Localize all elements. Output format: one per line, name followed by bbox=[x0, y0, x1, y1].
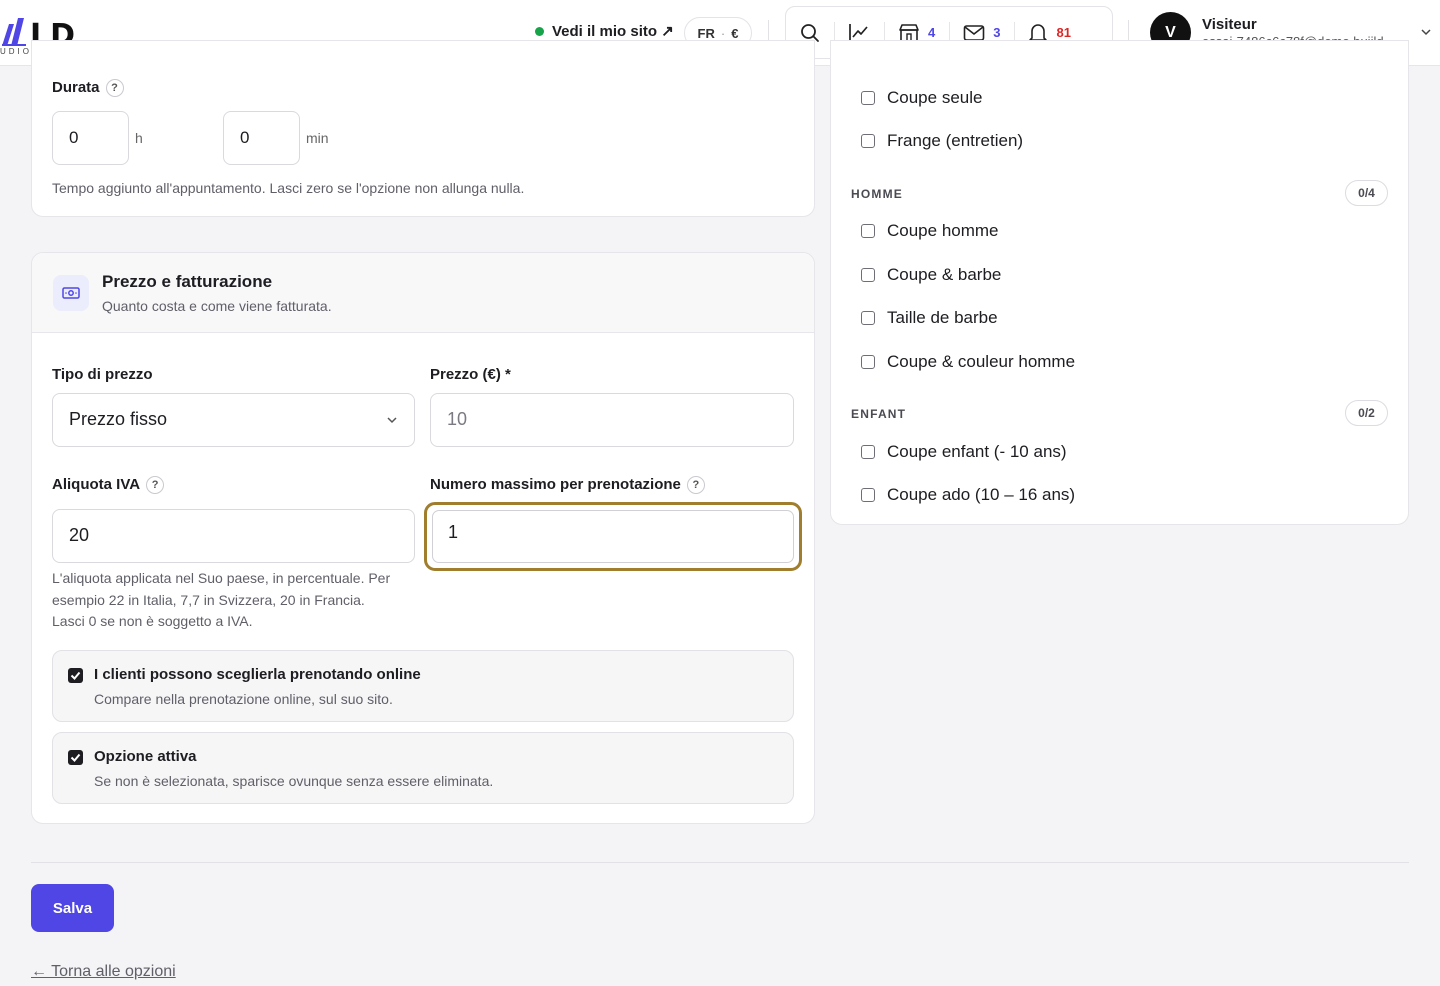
duration-label: Durata bbox=[52, 79, 100, 97]
mail-count-badge: 3 bbox=[993, 25, 1001, 40]
pricing-title: Prezzo e fatturazione bbox=[102, 272, 273, 291]
service-label: Frange (entretien) bbox=[887, 131, 1024, 150]
vat-hint-line: esempio 22 in Italia, 7,7 in Svizzera, 2… bbox=[52, 591, 365, 608]
active-title: Opzione attiva bbox=[94, 748, 197, 765]
online-status-dot bbox=[535, 26, 544, 36]
price-input[interactable]: 10 bbox=[430, 393, 794, 447]
price-type-select[interactable]: Prezzo fisso bbox=[52, 393, 415, 447]
chevron-down-icon bbox=[387, 417, 397, 424]
language-code: FR bbox=[697, 25, 715, 41]
max-per-booking-label-row: Numero massimo per prenotazione? bbox=[430, 476, 705, 494]
services-card: Coupe seule Frange (entretien) HOMME 0/4… bbox=[830, 40, 1409, 525]
online-booking-description: Compare nella prenotazione online, sul s… bbox=[94, 691, 393, 707]
service-label: Coupe ado (10 – 16 ans) bbox=[887, 485, 1076, 504]
service-option[interactable]: Taille de barbe bbox=[861, 308, 998, 328]
service-label: Coupe & barbe bbox=[887, 265, 1002, 284]
group-count-badge[interactable]: 0/4 bbox=[1345, 180, 1388, 206]
group-title-enfant: ENFANT bbox=[851, 407, 907, 421]
service-label: Coupe enfant (- 10 ans) bbox=[887, 442, 1067, 461]
hours-input[interactable]: 0 bbox=[52, 111, 129, 165]
service-label: Taille de barbe bbox=[887, 308, 998, 327]
save-button[interactable]: Salva bbox=[31, 884, 114, 932]
service-option[interactable]: Coupe ado (10 – 16 ans) bbox=[861, 485, 1075, 505]
check-icon bbox=[70, 753, 81, 762]
help-icon[interactable]: ? bbox=[146, 476, 165, 494]
minutes-input[interactable]: 0 bbox=[223, 111, 300, 165]
banknote-icon bbox=[53, 275, 89, 311]
service-option[interactable]: Frange (entretien) bbox=[861, 131, 1023, 151]
minutes-unit: min bbox=[306, 130, 329, 146]
duration-hint: Tempo aggiunto all'appuntamento. Lasci z… bbox=[52, 180, 525, 196]
view-site-label: Vedi il mio sito ↗ bbox=[552, 23, 674, 40]
service-checkbox[interactable] bbox=[861, 91, 875, 105]
max-per-booking-input[interactable]: 1 bbox=[432, 510, 794, 563]
vat-label-row: Aliquota IVA? bbox=[52, 476, 165, 494]
help-icon[interactable]: ? bbox=[105, 79, 124, 97]
user-name: Visiteur bbox=[1202, 16, 1257, 33]
chevron-down-icon[interactable] bbox=[1420, 26, 1432, 38]
max-per-booking-focus-ring: 1 bbox=[424, 502, 802, 571]
view-site-link[interactable]: Vedi il mio sito ↗ bbox=[535, 22, 674, 40]
pricing-card-header: Prezzo e fatturazione Quanto costa e com… bbox=[32, 253, 814, 333]
mail-icon bbox=[963, 24, 985, 41]
vat-hint: L'aliquota applicata nel Suo paese, in p… bbox=[52, 568, 422, 633]
notification-count-badge: 81 bbox=[1056, 25, 1071, 40]
lang-separator: · bbox=[720, 25, 726, 41]
active-description: Se non è selezionata, sparisce ovunque s… bbox=[94, 773, 494, 789]
group-count-badge[interactable]: 0/2 bbox=[1345, 400, 1388, 426]
service-checkbox[interactable] bbox=[861, 488, 875, 502]
active-option[interactable]: Opzione attiva Se non è selezionata, spa… bbox=[52, 732, 794, 804]
duration-label-row: Durata? bbox=[52, 79, 124, 97]
service-checkbox[interactable] bbox=[861, 355, 875, 369]
footer-divider bbox=[31, 862, 1409, 863]
service-option[interactable]: Coupe homme bbox=[861, 221, 999, 241]
price-type-label: Tipo di prezzo bbox=[52, 366, 153, 383]
service-label: Coupe homme bbox=[887, 221, 999, 240]
vat-input[interactable]: 20 bbox=[52, 509, 415, 563]
service-label: Coupe seule bbox=[887, 88, 983, 107]
currency-symbol: € bbox=[731, 25, 739, 41]
duration-card: Durata? 0 h 0 min Tempo aggiunto all'app… bbox=[31, 40, 815, 217]
group-title-homme: HOMME bbox=[851, 187, 903, 201]
pricing-card: Prezzo e fatturazione Quanto costa e com… bbox=[31, 252, 815, 824]
service-checkbox[interactable] bbox=[861, 268, 875, 282]
logo-subtext: UDIO bbox=[0, 47, 32, 56]
pricing-subtitle: Quanto costa e come viene fatturata. bbox=[102, 298, 332, 314]
vat-hint-line: Lasci 0 se non è soggetto a IVA. bbox=[52, 613, 253, 629]
online-booking-checkbox[interactable] bbox=[68, 668, 83, 683]
vat-hint-line: L'aliquota applicata nel Suo paese, in p… bbox=[52, 570, 391, 586]
price-label: Prezzo (€) * bbox=[430, 366, 511, 383]
vat-label: Aliquota IVA bbox=[52, 476, 141, 494]
service-option[interactable]: Coupe seule bbox=[861, 88, 982, 108]
active-checkbox[interactable] bbox=[68, 750, 83, 765]
hours-unit: h bbox=[135, 130, 143, 146]
service-checkbox[interactable] bbox=[861, 134, 875, 148]
service-checkbox[interactable] bbox=[861, 224, 875, 238]
online-booking-option[interactable]: I clienti possono sceglierla prenotando … bbox=[52, 650, 794, 722]
service-option[interactable]: Coupe & barbe bbox=[861, 265, 1001, 285]
online-booking-title: I clienti possono sceglierla prenotando … bbox=[94, 666, 421, 683]
service-option[interactable]: Coupe enfant (- 10 ans) bbox=[861, 442, 1067, 462]
service-label: Coupe & couleur homme bbox=[887, 352, 1076, 371]
logo-bars-icon bbox=[2, 18, 26, 46]
service-checkbox[interactable] bbox=[861, 445, 875, 459]
store-count-badge: 4 bbox=[928, 25, 936, 40]
max-per-booking-label: Numero massimo per prenotazione bbox=[430, 476, 681, 494]
back-to-options-link[interactable]: ← Torna alle opzioni bbox=[31, 963, 176, 981]
price-type-value: Prezzo fisso bbox=[69, 409, 168, 429]
service-option[interactable]: Coupe & couleur homme bbox=[861, 352, 1075, 372]
check-icon bbox=[70, 671, 81, 680]
service-checkbox[interactable] bbox=[861, 311, 875, 325]
help-icon[interactable]: ? bbox=[686, 476, 705, 494]
